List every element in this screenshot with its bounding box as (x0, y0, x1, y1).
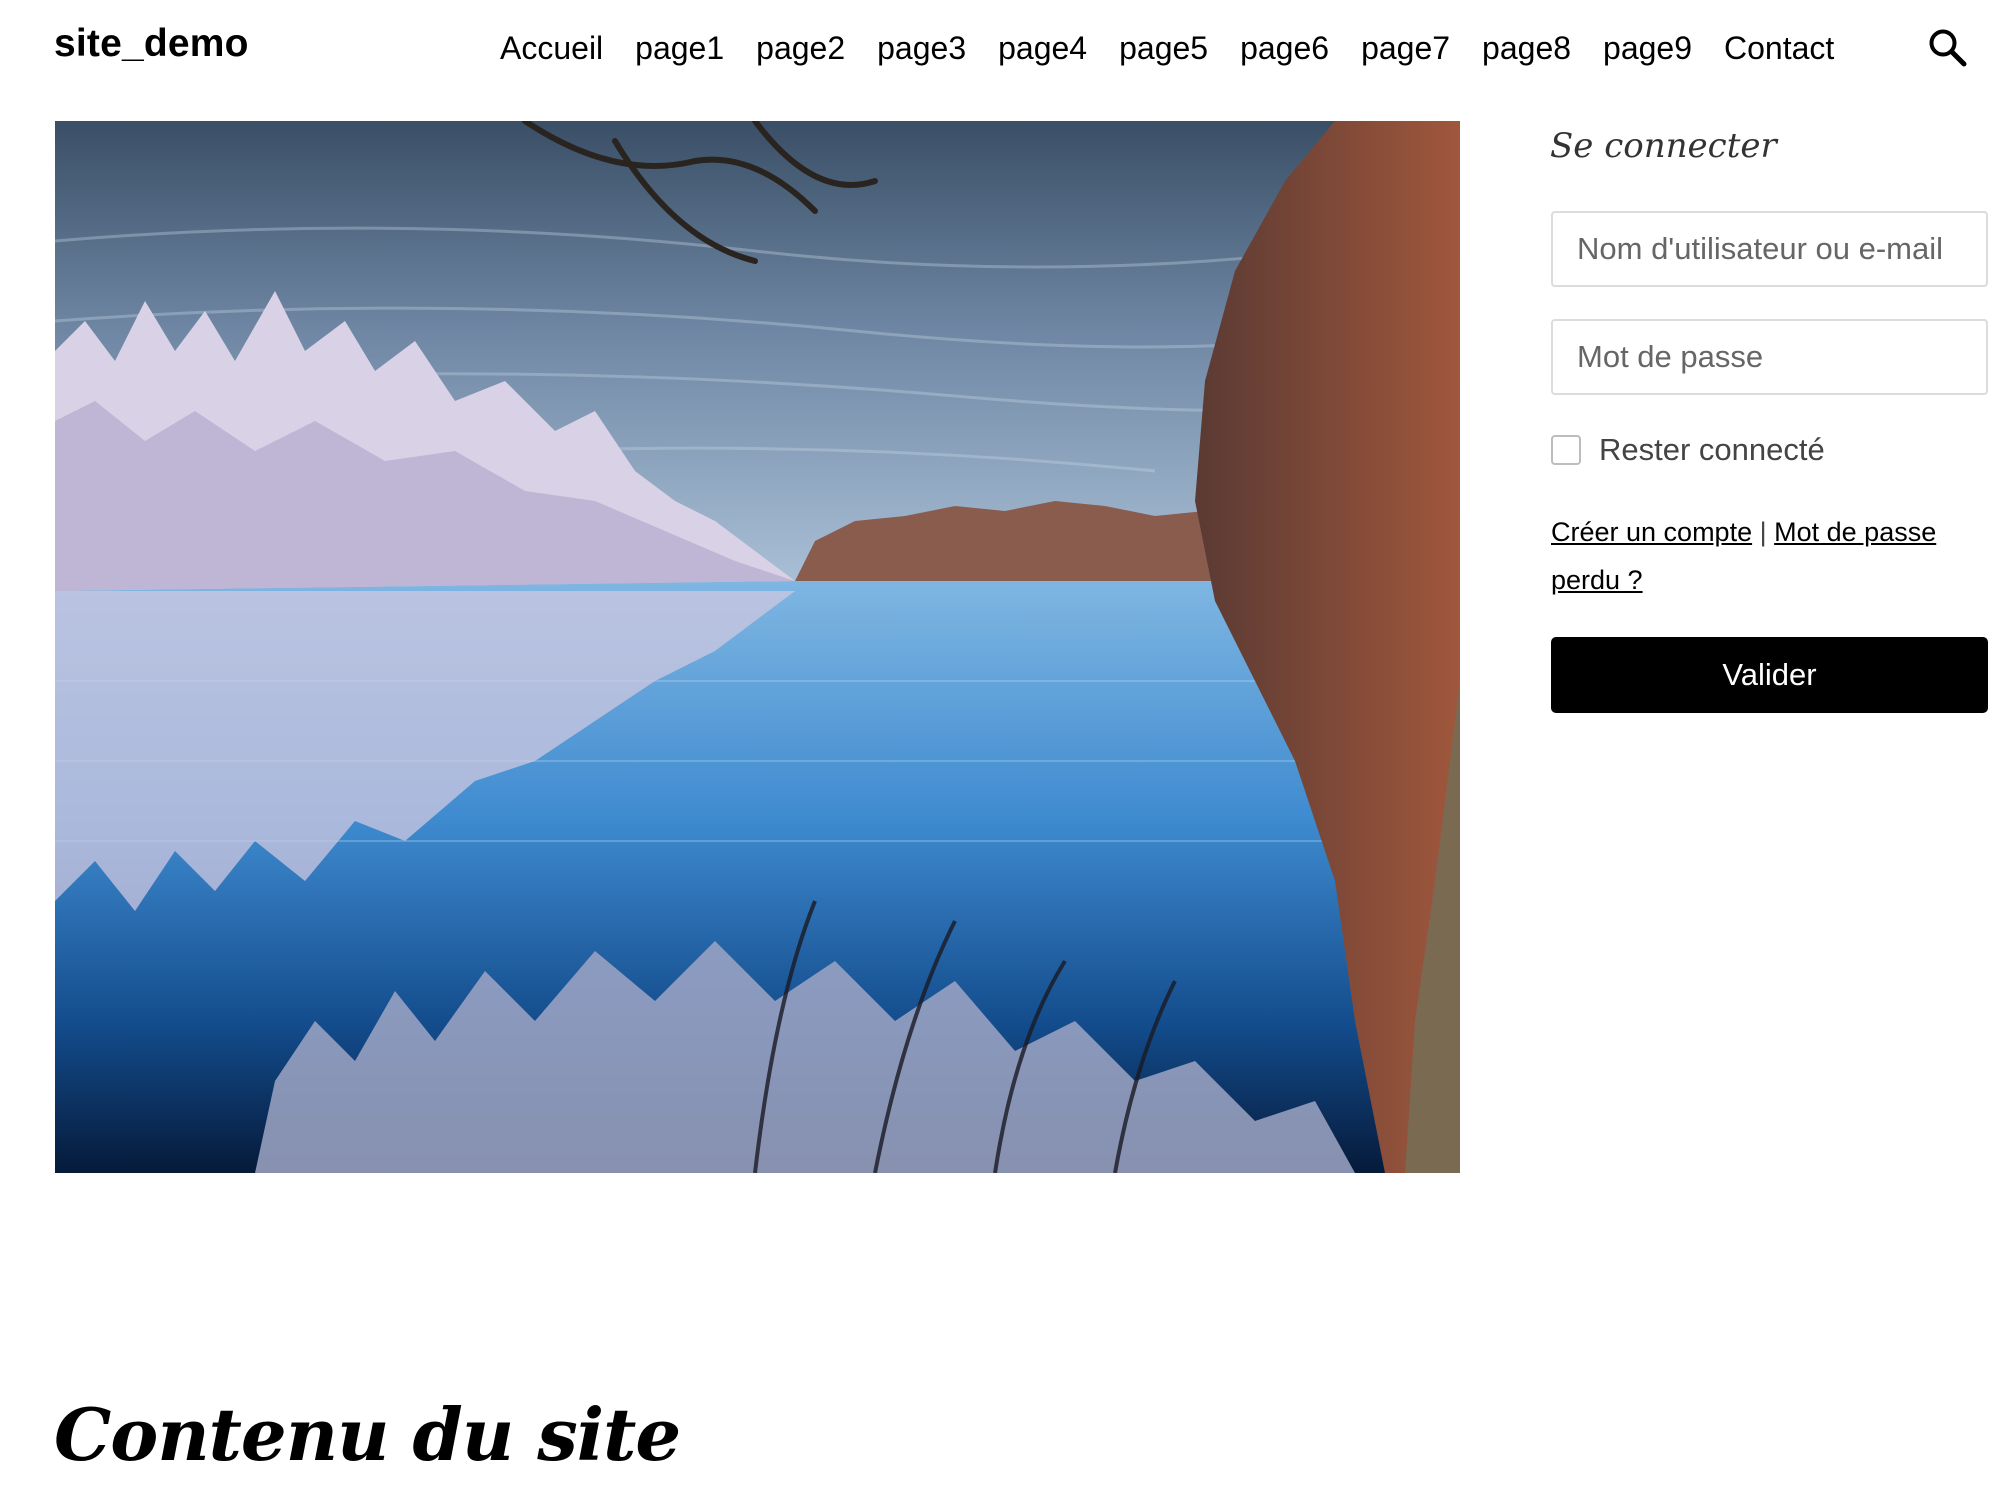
hero-image (55, 121, 1460, 1173)
nav-item-page6[interactable]: page6 (1240, 30, 1329, 67)
nav-item-page2[interactable]: page2 (756, 30, 845, 67)
nav-item-page5[interactable]: page5 (1119, 30, 1208, 67)
nav-item-accueil[interactable]: Accueil (500, 30, 603, 67)
search-icon (1929, 29, 1967, 67)
nav-item-page3[interactable]: page3 (877, 30, 966, 67)
login-heading: Se connecter (1550, 126, 1777, 166)
nav-item-page1[interactable]: page1 (635, 30, 724, 67)
password-input[interactable] (1551, 319, 1988, 395)
username-input[interactable] (1551, 211, 1988, 287)
link-separator: | (1759, 517, 1767, 547)
create-account-link[interactable]: Créer un compte (1551, 517, 1752, 547)
main-navigation: Accueil page1 page2 page3 page4 page5 pa… (500, 26, 1834, 70)
remember-me-checkbox[interactable] (1551, 435, 1581, 465)
site-title[interactable]: site_demo (54, 22, 249, 66)
account-links: Créer un compte | Mot de passe perdu ? (1551, 508, 1961, 604)
nav-item-page7[interactable]: page7 (1361, 30, 1450, 67)
content-title: Contenu du site (54, 1392, 681, 1477)
remember-me-label[interactable]: Rester connecté (1599, 432, 1825, 468)
nav-item-page8[interactable]: page8 (1482, 30, 1571, 67)
search-button[interactable] (1926, 26, 1970, 70)
nav-item-page4[interactable]: page4 (998, 30, 1087, 67)
nav-item-contact[interactable]: Contact (1724, 30, 1834, 67)
remember-me-row: Rester connecté (1551, 430, 1825, 470)
submit-button[interactable]: Valider (1551, 637, 1988, 713)
nav-item-page9[interactable]: page9 (1603, 30, 1692, 67)
